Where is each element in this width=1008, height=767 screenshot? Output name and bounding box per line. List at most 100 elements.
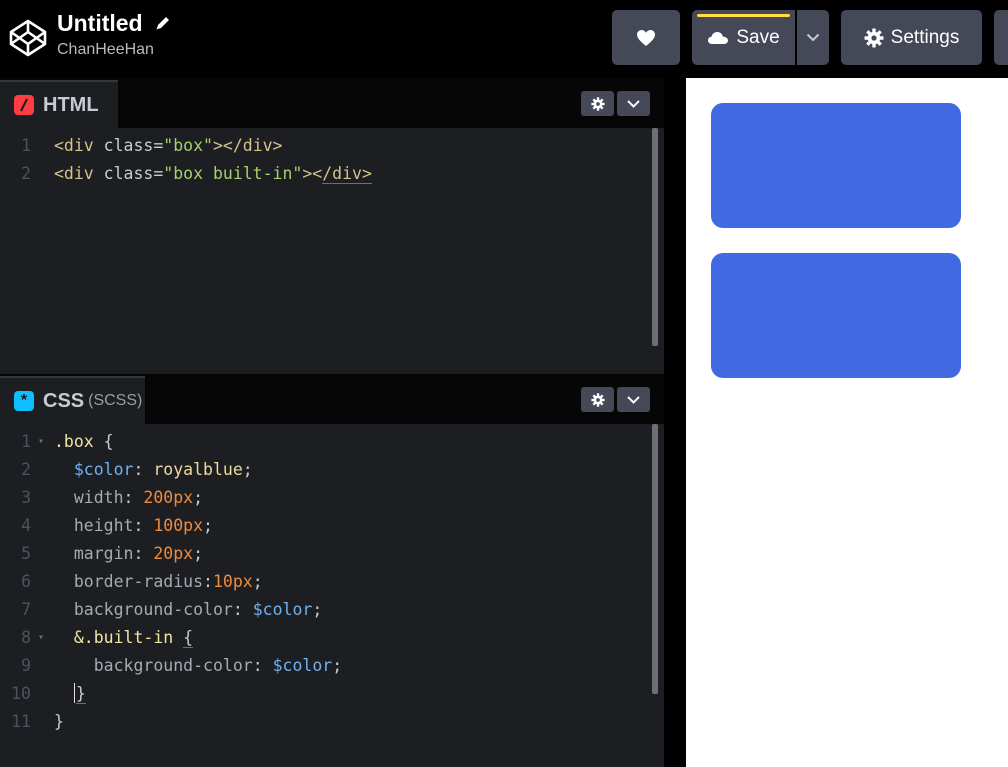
code-token: :	[133, 460, 154, 479]
code-token: :	[133, 544, 154, 563]
code-line[interactable]: 3 width: 200px;	[0, 484, 650, 512]
gear-icon	[864, 28, 884, 47]
code-token: ;	[252, 572, 263, 591]
code-line[interactable]: 6 border-radius:10px;	[0, 568, 650, 596]
code-token: {	[93, 432, 114, 451]
line-number: 6	[21, 572, 31, 591]
fold-arrow-icon[interactable]: ▾	[38, 624, 44, 652]
line-number: 4	[21, 516, 31, 535]
unsaved-indicator	[697, 14, 790, 17]
code-text: background-color: $color;	[54, 596, 322, 624]
css-code-editor[interactable]: 1 ▾ .box {2 $color: royalblue; 3 width: 200…	[0, 424, 664, 767]
code-line[interactable]: 9 background-color: $color;	[0, 652, 650, 680]
line-number: 11	[11, 712, 31, 731]
tab-html[interactable]: HTML	[0, 80, 118, 128]
code-line[interactable]: 11}	[0, 708, 650, 736]
preview-box	[711, 103, 961, 228]
code-token: 100px	[153, 516, 204, 535]
code-text: }	[54, 680, 86, 708]
css-collapse-button[interactable]	[617, 387, 650, 412]
chevron-down-icon	[627, 395, 640, 404]
gear-icon	[590, 96, 605, 111]
code-token: 20px	[153, 544, 194, 563]
code-line[interactable]: 4 height: 100px;	[0, 512, 650, 540]
resize-gutter[interactable]	[664, 78, 686, 767]
code-line[interactable]: 2 <div class="box built-in"></div>	[0, 160, 650, 188]
code-text: <div class="box built-in"></div>	[54, 160, 372, 188]
code-token: ;	[242, 460, 253, 479]
code-token: ;	[193, 544, 204, 563]
css-settings-button[interactable]	[581, 387, 614, 412]
html-scrollbar[interactable]	[652, 128, 658, 346]
code-token: ;	[193, 488, 204, 507]
save-label: Save	[736, 26, 780, 48]
save-options-button[interactable]	[797, 10, 829, 65]
save-button[interactable]: Save	[692, 10, 795, 65]
code-line[interactable]: 7 background-color: $color;	[0, 596, 650, 624]
code-line[interactable]: 1 <div class="box"></div>	[0, 132, 650, 160]
code-token: 10px	[212, 572, 253, 591]
css-scrollbar[interactable]	[652, 424, 658, 694]
top-bar: Untitled ChanHeeHan Save Settings	[0, 0, 1008, 78]
code-token: "box built-in"	[163, 164, 303, 183]
editor-column: HTML 1 <div class="box"></div> 2 <div cl…	[0, 78, 664, 767]
cloud-icon	[708, 31, 729, 44]
code-token: height	[73, 516, 134, 535]
code-text: <div class="box"></div>	[54, 132, 283, 160]
tab-html-label: HTML	[43, 93, 99, 116]
code-token: =	[153, 164, 164, 183]
chevron-down-icon	[627, 99, 640, 108]
line-number: 8	[21, 628, 31, 647]
line-number: 2	[21, 164, 31, 183]
html-slash-icon	[14, 95, 34, 115]
code-token: /div>	[322, 164, 372, 184]
line-number: 1	[21, 432, 31, 451]
code-line[interactable]: 5 margin: 20px;	[0, 540, 650, 568]
code-text: .box {	[54, 428, 114, 456]
code-line[interactable]: 10 }	[0, 680, 650, 708]
code-line[interactable]: 1 ▾ .box {	[0, 428, 650, 456]
code-token: ><	[302, 164, 323, 183]
author-name[interactable]: ChanHeeHan	[57, 41, 154, 59]
like-button[interactable]	[612, 10, 680, 65]
pencil-icon[interactable]	[154, 14, 172, 32]
settings-button[interactable]: Settings	[841, 10, 982, 65]
html-code-editor[interactable]: 1 <div class="box"></div> 2 <div class="box…	[0, 128, 664, 374]
pen-title[interactable]: Untitled	[57, 10, 143, 37]
code-token: }	[75, 684, 86, 704]
codepen-logo-icon[interactable]	[8, 18, 48, 58]
html-settings-button[interactable]	[581, 91, 614, 116]
line-number: 10	[11, 684, 31, 703]
code-token: ;	[332, 656, 343, 675]
code-token: :	[123, 488, 144, 507]
code-token: ;	[203, 516, 213, 535]
code-token: background-color	[73, 600, 233, 619]
code-token: royalblue	[153, 460, 243, 479]
code-token: <div	[54, 164, 104, 183]
code-token: border-radius	[73, 572, 204, 591]
gear-icon	[590, 392, 605, 407]
line-number: 9	[21, 656, 31, 675]
line-number: 1	[21, 136, 31, 155]
code-line[interactable]: 2 $color: royalblue;	[0, 456, 650, 484]
code-line[interactable]: 8 ▾ &.built-in {	[0, 624, 650, 652]
code-text: border-radius:10px;	[54, 568, 263, 596]
preview-pane	[686, 78, 1008, 767]
html-collapse-button[interactable]	[617, 91, 650, 116]
heart-icon	[637, 29, 655, 46]
line-number: 3	[21, 488, 31, 507]
layout-button[interactable]	[994, 10, 1008, 65]
code-token: width	[73, 488, 124, 507]
fold-arrow-icon[interactable]: ▾	[38, 428, 44, 456]
tab-css[interactable]: * CSS (SCSS)	[0, 376, 145, 424]
code-text: &.built-in {	[54, 624, 194, 652]
text-cursor	[73, 683, 75, 703]
code-token: background-color	[93, 656, 253, 675]
code-token: }	[54, 712, 64, 731]
